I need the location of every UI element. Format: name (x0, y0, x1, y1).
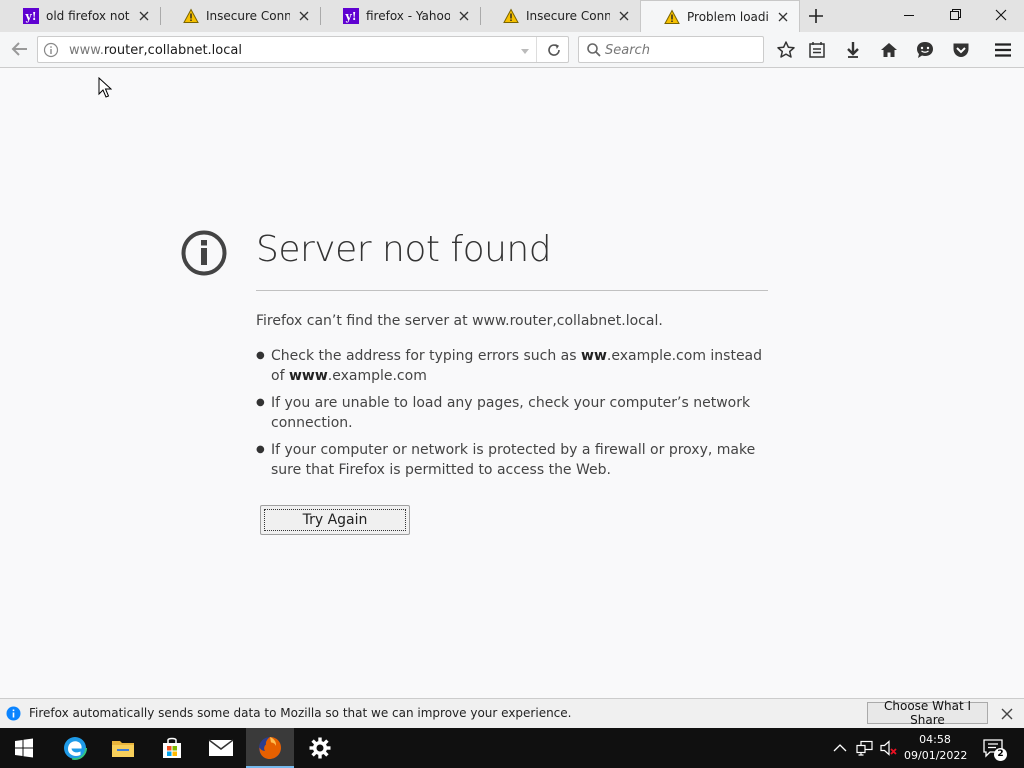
info-icon (180, 229, 228, 277)
suggestion-bold-typo: ww (581, 348, 607, 364)
close-tab-icon[interactable] (616, 8, 632, 24)
suggestion-item: If your computer or network is protected… (256, 440, 768, 480)
url-text[interactable]: www.router,collabnet.local (69, 43, 242, 58)
windows-taskbar: 04:58 09/01/2022 2 (0, 728, 1024, 768)
mouse-cursor-icon (98, 76, 113, 99)
close-tab-icon[interactable] (456, 8, 472, 24)
settings-icon[interactable] (296, 728, 344, 768)
minimize-button[interactable] (886, 0, 932, 32)
error-description: Firefox can’t find the server at www.rou… (256, 313, 663, 329)
url-divider (536, 37, 537, 62)
warning-icon (183, 8, 199, 24)
tab-title: Insecure Connec... (526, 9, 610, 23)
tab-strip: y! old firefox not lo... Insecure Connec… (0, 0, 1024, 32)
restore-button[interactable] (932, 0, 978, 32)
notification-message: Firefox automatically sends some data to… (29, 706, 572, 720)
warning-icon (664, 9, 680, 25)
download-icon[interactable] (841, 38, 865, 62)
url-dropdown-icon[interactable] (518, 43, 532, 62)
tab-1[interactable]: y! old firefox not lo... (0, 0, 160, 32)
clock-date: 09/01/2022 (904, 749, 968, 762)
suggestion-text: Check the address for typing errors such… (271, 348, 582, 364)
tab-title: Problem loading... (687, 9, 769, 24)
file-explorer-icon[interactable] (99, 728, 147, 768)
suggestion-item: If you are unable to load any pages, che… (256, 393, 768, 433)
menu-icon[interactable] (991, 38, 1015, 62)
try-again-button[interactable]: Try Again (260, 505, 410, 535)
close-window-button[interactable] (978, 0, 1024, 32)
volume-muted-icon[interactable] (878, 728, 900, 768)
tab-title: Insecure Connec... (206, 9, 290, 23)
url-bar[interactable]: www.router,collabnet.local (37, 36, 569, 63)
warning-icon (503, 8, 519, 24)
tab-4[interactable]: Insecure Connec... (480, 0, 640, 32)
show-hidden-icons-chevron-icon[interactable] (830, 728, 850, 768)
reload-icon[interactable] (546, 42, 562, 62)
url-host: router,collabnet.local (103, 43, 242, 58)
url-prefix: www. (69, 43, 104, 58)
close-icon (995, 9, 1007, 21)
data-notification-bar: Firefox automatically sends some data to… (0, 698, 1024, 728)
taskbar-clock[interactable]: 04:58 09/01/2022 (904, 732, 968, 764)
back-arrow-icon (11, 42, 27, 56)
suggestion-item: Check the address for typing errors such… (256, 346, 768, 386)
suggestion-bold-correct: www (288, 368, 328, 384)
close-tab-icon[interactable] (296, 8, 312, 24)
network-icon[interactable] (854, 728, 876, 768)
mail-icon[interactable] (197, 728, 245, 768)
tab-title: firefox - Yahoo S... (366, 9, 450, 23)
tab-title: old firefox not lo... (46, 9, 130, 23)
tab-2[interactable]: Insecure Connec... (160, 0, 320, 32)
close-tab-icon[interactable] (775, 9, 791, 25)
home-icon[interactable] (877, 38, 901, 62)
plus-icon (809, 9, 823, 23)
site-info-icon[interactable] (43, 42, 59, 62)
firefox-icon[interactable] (246, 728, 294, 768)
search-input[interactable] (605, 41, 755, 59)
error-title: Server not found (256, 229, 552, 270)
suggestion-text: .example.com (327, 368, 427, 384)
store-icon[interactable] (148, 728, 196, 768)
close-tab-icon[interactable] (136, 8, 152, 24)
title-divider (256, 290, 768, 291)
action-center-icon[interactable]: 2 (978, 728, 1008, 768)
yahoo-icon: y! (23, 8, 39, 24)
clock-time: 04:58 (919, 733, 951, 746)
info-icon (6, 706, 21, 725)
search-bar[interactable] (578, 36, 764, 63)
navigation-toolbar: www.router,collabnet.local (0, 32, 1024, 68)
notification-count-badge: 2 (994, 748, 1007, 761)
tab-5-active[interactable]: Problem loading... (640, 0, 800, 32)
new-tab-button[interactable] (800, 0, 832, 32)
edge-icon[interactable] (51, 728, 99, 768)
bookmark-star-icon[interactable] (774, 38, 798, 62)
page-content: Server not found Firefox can’t find the … (0, 69, 1024, 698)
restore-icon (950, 9, 961, 20)
minimize-icon (904, 15, 914, 16)
yahoo-icon: y! (343, 8, 359, 24)
suggestion-list: Check the address for typing errors such… (256, 346, 768, 487)
tab-3[interactable]: y! firefox - Yahoo S... (320, 0, 480, 32)
close-notification-icon[interactable] (999, 706, 1015, 726)
reading-list-icon[interactable] (805, 38, 829, 62)
pocket-icon[interactable] (949, 38, 973, 62)
windows-start-icon[interactable] (0, 728, 48, 768)
chat-icon[interactable] (913, 38, 937, 62)
back-button[interactable] (8, 37, 32, 61)
search-icon (586, 42, 602, 62)
choose-what-i-share-button[interactable]: Choose What I Share (867, 699, 988, 727)
